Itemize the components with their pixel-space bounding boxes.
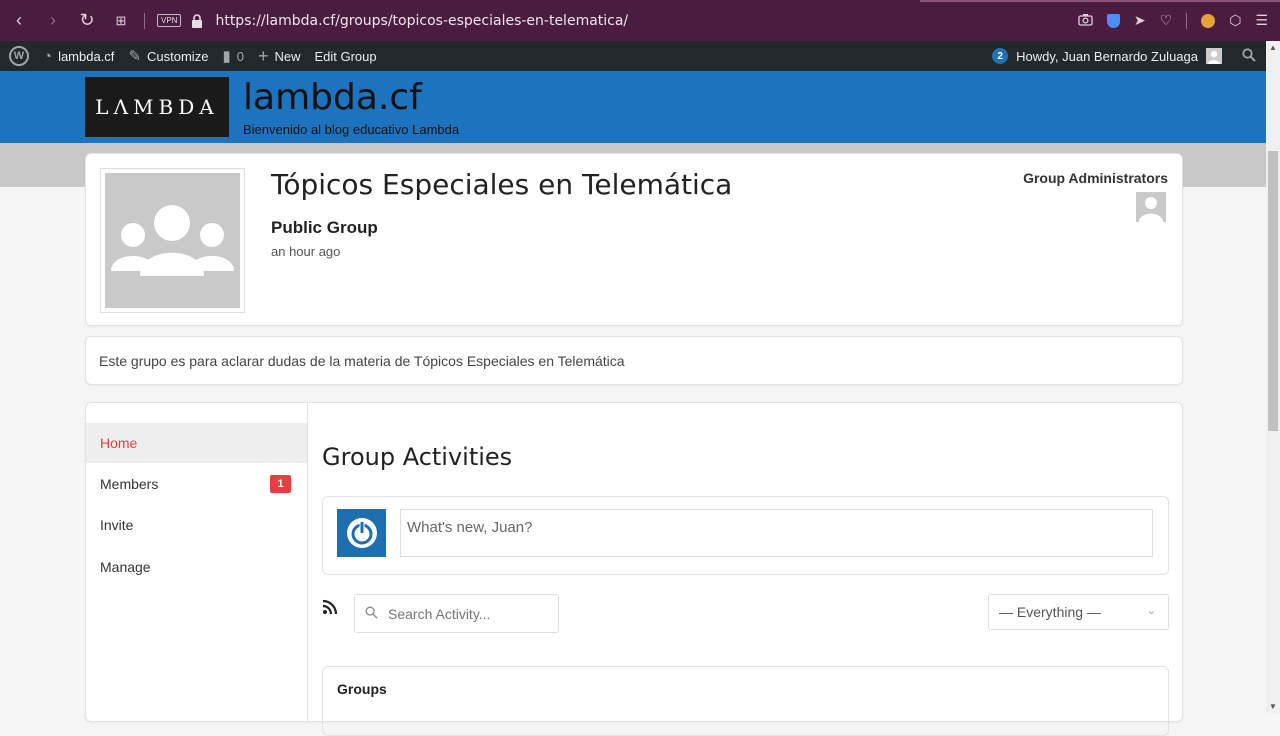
group-admins-label: Group Administrators bbox=[1023, 170, 1168, 186]
nav-item-manage[interactable]: Manage bbox=[86, 547, 307, 587]
group-last-active: an hour ago bbox=[271, 244, 341, 259]
address-bar[interactable]: https://lambda.cf/groups/topicos-especia… bbox=[215, 13, 628, 29]
group-main-card: Home Members 1 Invite Manage Group Activ… bbox=[85, 402, 1183, 736]
customize-link[interactable]: ✎ Customize bbox=[121, 41, 215, 71]
brush-icon: ✎ bbox=[128, 48, 142, 65]
group-header-card: Tópicos Especiales en Telemática Public … bbox=[85, 153, 1183, 326]
forward-icon[interactable]: › bbox=[38, 6, 68, 36]
new-content-menu[interactable]: + New bbox=[251, 41, 308, 71]
new-label: New bbox=[274, 48, 301, 64]
scroll-down-icon[interactable]: ▼ bbox=[1266, 702, 1280, 711]
site-header: LΛMBDA lambda.cf Bienvenido al blog educ… bbox=[0, 71, 1266, 143]
activity-title: Group Activities bbox=[322, 443, 513, 471]
camera-icon[interactable] bbox=[1078, 13, 1093, 29]
nav-item-label: Members bbox=[100, 476, 159, 492]
site-logo[interactable]: LΛMBDA bbox=[85, 77, 229, 137]
nav-item-label: Manage bbox=[100, 559, 151, 575]
scroll-up-icon[interactable]: ▲ bbox=[1266, 43, 1280, 52]
nav-item-label: Invite bbox=[100, 517, 134, 533]
group-description-card: Este grupo es para aclarar dudas de la m… bbox=[85, 336, 1183, 385]
site-title[interactable]: lambda.cf bbox=[243, 77, 422, 118]
whats-new-input[interactable]: What's new, Juan? bbox=[400, 509, 1153, 557]
activity-filter-select[interactable]: — Everything — ⌄ bbox=[988, 594, 1169, 630]
menu-icon[interactable]: ☰ bbox=[1255, 12, 1268, 29]
search-activity-input[interactable] bbox=[386, 604, 546, 623]
wordpress-icon: W bbox=[9, 46, 29, 66]
wp-logo-menu[interactable]: W bbox=[0, 41, 36, 71]
activity-item: Groups bbox=[322, 666, 1169, 736]
lock-icon[interactable] bbox=[191, 13, 203, 28]
nav-item-invite[interactable]: Invite bbox=[86, 505, 307, 545]
group-placeholder-icon bbox=[105, 173, 240, 308]
post-form: What's new, Juan? bbox=[322, 496, 1169, 575]
poster-avatar bbox=[337, 509, 386, 557]
edit-group-label: Edit Group bbox=[314, 48, 377, 64]
activity-search[interactable] bbox=[354, 594, 559, 633]
adblock-shield-icon[interactable] bbox=[1106, 13, 1120, 28]
comment-icon: ▮ bbox=[222, 48, 231, 65]
group-avatar[interactable] bbox=[100, 168, 245, 313]
site-name-label: lambda.cf bbox=[58, 48, 115, 64]
nav-item-members[interactable]: Members 1 bbox=[86, 464, 307, 504]
send-icon[interactable]: ➤ bbox=[1134, 12, 1146, 29]
group-title: Tópicos Especiales en Telemática bbox=[271, 168, 733, 201]
search-icon[interactable] bbox=[1242, 47, 1256, 65]
site-tagline: Bienvenido al blog educativo Lambda bbox=[243, 122, 460, 137]
admin-avatar[interactable] bbox=[1136, 192, 1166, 222]
nav-item-label: Home bbox=[100, 435, 138, 451]
comments-count: 0 bbox=[236, 48, 244, 64]
site-name-menu[interactable]: ◔ lambda.cf bbox=[36, 41, 121, 71]
back-icon[interactable]: ‹ bbox=[4, 6, 34, 36]
dashboard-icon: ◔ bbox=[43, 47, 53, 65]
rss-icon[interactable] bbox=[322, 599, 338, 620]
vpn-badge[interactable]: VPN bbox=[157, 14, 182, 27]
filter-selected-value: — Everything — bbox=[999, 604, 1101, 620]
tabs-grid-icon[interactable]: ⊞ bbox=[106, 6, 136, 36]
notifications-badge[interactable]: 2 bbox=[992, 48, 1009, 64]
comments-link[interactable]: ▮ 0 bbox=[215, 41, 251, 71]
reload-icon[interactable]: ↻ bbox=[72, 6, 102, 36]
group-status: Public Group bbox=[271, 218, 378, 237]
browser-toolbar: ‹ › ↻ ⊞ VPN https://lambda.cf/groups/top… bbox=[0, 0, 1280, 41]
extension-icon[interactable] bbox=[1201, 13, 1216, 28]
howdy-account-menu[interactable]: Howdy, Juan Bernardo Zuluaga bbox=[1016, 49, 1198, 64]
cube-icon[interactable]: ⬡ bbox=[1229, 12, 1241, 29]
customize-label: Customize bbox=[147, 48, 209, 64]
heart-icon[interactable]: ♡ bbox=[1160, 12, 1173, 29]
activity-item-label: Groups bbox=[337, 681, 387, 697]
search-icon bbox=[365, 606, 378, 622]
toolbar-separator bbox=[1186, 12, 1188, 29]
user-avatar[interactable] bbox=[1206, 48, 1222, 64]
toolbar-separator bbox=[144, 12, 145, 29]
plus-icon: + bbox=[257, 45, 269, 66]
edit-group-link[interactable]: Edit Group bbox=[307, 41, 383, 71]
page-scrollbar[interactable]: ▲ ▼ bbox=[1266, 41, 1280, 713]
group-nav: Home Members 1 Invite Manage bbox=[86, 403, 308, 721]
members-count-badge: 1 bbox=[270, 475, 291, 493]
chevron-down-icon: ⌄ bbox=[1146, 605, 1156, 617]
nav-item-home[interactable]: Home bbox=[86, 423, 307, 463]
scroll-thumb[interactable] bbox=[1268, 151, 1278, 431]
wp-admin-bar: W ◔ lambda.cf ✎ Customize ▮ 0 + New Edit… bbox=[0, 41, 1266, 71]
group-description: Este grupo es para aclarar dudas de la m… bbox=[99, 353, 625, 369]
